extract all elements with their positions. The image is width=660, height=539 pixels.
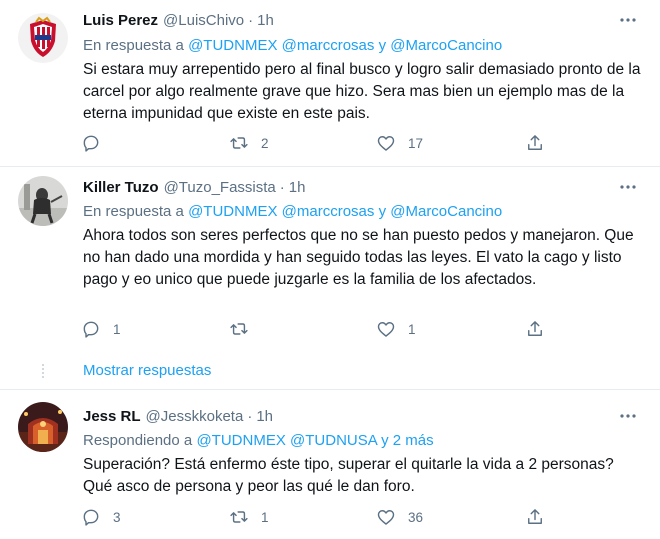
user-handle[interactable]: @Tuzo_Fassista bbox=[164, 179, 276, 196]
retweet-button[interactable] bbox=[229, 317, 261, 341]
retweet-count: 2 bbox=[261, 135, 269, 151]
like-icon bbox=[377, 510, 395, 525]
mention-link[interactable]: @marccrosas bbox=[282, 37, 375, 54]
reply-icon bbox=[83, 509, 99, 526]
display-name[interactable]: Luis Perez bbox=[83, 12, 158, 29]
share-button[interactable] bbox=[525, 317, 545, 341]
retweet-icon bbox=[230, 137, 248, 149]
reply-count: 3 bbox=[113, 509, 121, 525]
like-icon bbox=[377, 322, 395, 337]
more-options-button[interactable] bbox=[618, 10, 638, 30]
timestamp[interactable]: 1h bbox=[289, 179, 306, 196]
timestamp[interactable]: 1h bbox=[256, 408, 273, 425]
separator-dot: · bbox=[279, 178, 285, 196]
retweet-icon bbox=[230, 511, 248, 523]
share-icon bbox=[528, 509, 542, 524]
timestamp[interactable]: 1h bbox=[257, 12, 274, 29]
thread-connector bbox=[42, 364, 44, 380]
tweet-actions: 3 1 36 bbox=[81, 505, 551, 529]
display-name[interactable]: Jess RL bbox=[83, 408, 141, 425]
retweet-button[interactable]: 2 bbox=[229, 131, 269, 155]
more-icon bbox=[620, 185, 636, 189]
like-count: 17 bbox=[408, 135, 424, 151]
more-options-button[interactable] bbox=[618, 177, 638, 197]
tweet[interactable]: Luis Perez @LuisChivo · 1h En respuesta … bbox=[0, 0, 660, 167]
tweet-header: Jess RL @Jesskkoketa · 1h bbox=[83, 406, 273, 426]
user-handle[interactable]: @LuisChivo bbox=[163, 12, 244, 29]
like-button[interactable]: 17 bbox=[376, 131, 423, 155]
separator-dot: · bbox=[247, 407, 253, 425]
tweet-header: Luis Perez @LuisChivo · 1h bbox=[83, 10, 274, 30]
avatar[interactable] bbox=[18, 402, 68, 452]
reply-context: En respuesta a @TUDNMEX @marccrosas y @M… bbox=[83, 203, 502, 220]
avatar[interactable] bbox=[18, 176, 68, 226]
tweet-text: Si estara muy arrepentido pero al final … bbox=[83, 61, 641, 122]
mention-joiner[interactable]: y 2 más bbox=[381, 432, 434, 449]
mention-link[interactable]: @marccrosas bbox=[282, 203, 375, 220]
share-button[interactable] bbox=[525, 505, 545, 529]
show-replies-link[interactable]: Mostrar respuestas bbox=[83, 362, 211, 379]
reply-context: En respuesta a @TUDNMEX @marccrosas y @M… bbox=[83, 37, 502, 54]
reply-icon bbox=[83, 135, 99, 152]
tweet-header: Killer Tuzo @Tuzo_Fassista · 1h bbox=[83, 177, 305, 197]
tweet[interactable]: Killer Tuzo @Tuzo_Fassista · 1h En respu… bbox=[0, 167, 660, 389]
reply-icon bbox=[83, 321, 99, 338]
tweet-text: Ahora todos son seres perfectos que no s… bbox=[83, 227, 634, 288]
retweet-icon bbox=[230, 323, 248, 335]
avatar[interactable] bbox=[18, 13, 68, 63]
mention-link[interactable]: @MarcoCancino bbox=[390, 37, 502, 54]
share-icon bbox=[528, 135, 542, 150]
reply-prefix: En respuesta a bbox=[83, 203, 184, 220]
tweet-actions: 2 17 bbox=[81, 131, 551, 155]
share-button[interactable] bbox=[525, 131, 545, 155]
reply-button[interactable]: 3 bbox=[81, 505, 121, 529]
more-icon bbox=[620, 414, 636, 418]
share-icon bbox=[528, 321, 542, 336]
mention-link[interactable]: @TUDNMEX bbox=[196, 432, 285, 449]
reply-prefix: Respondiendo a bbox=[83, 432, 193, 449]
like-button[interactable]: 36 bbox=[376, 505, 423, 529]
retweet-button[interactable]: 1 bbox=[229, 505, 269, 529]
like-button[interactable]: 1 bbox=[376, 317, 416, 341]
more-icon bbox=[620, 18, 636, 22]
reply-prefix: En respuesta a bbox=[83, 37, 184, 54]
tweet-text: Superación? Está enfermo éste tipo, supe… bbox=[83, 456, 614, 495]
reply-count: 1 bbox=[113, 321, 121, 337]
like-icon bbox=[377, 136, 395, 151]
mention-link[interactable]: @TUDNUSA bbox=[290, 432, 377, 449]
mention-link[interactable]: @TUDNMEX bbox=[188, 37, 277, 54]
tweet[interactable]: Jess RL @Jesskkoketa · 1h Respondiendo a… bbox=[0, 389, 660, 539]
mention-link[interactable]: @MarcoCancino bbox=[390, 203, 502, 220]
display-name[interactable]: Killer Tuzo bbox=[83, 179, 159, 196]
like-count: 36 bbox=[408, 509, 424, 525]
reply-button[interactable]: 1 bbox=[81, 317, 121, 341]
reply-button[interactable] bbox=[81, 131, 113, 155]
more-options-button[interactable] bbox=[618, 406, 638, 426]
tweet-actions: 1 1 bbox=[81, 317, 551, 341]
like-count: 1 bbox=[408, 321, 416, 337]
mention-link[interactable]: @TUDNMEX bbox=[188, 203, 277, 220]
separator-dot: · bbox=[248, 11, 254, 29]
mention-joiner: y bbox=[378, 37, 387, 54]
user-handle[interactable]: @Jesskkoketa bbox=[146, 408, 244, 425]
retweet-count: 1 bbox=[261, 509, 269, 525]
reply-context: Respondiendo a @TUDNMEX @TUDNUSA y 2 más bbox=[83, 432, 434, 449]
mention-joiner: y bbox=[378, 203, 387, 220]
